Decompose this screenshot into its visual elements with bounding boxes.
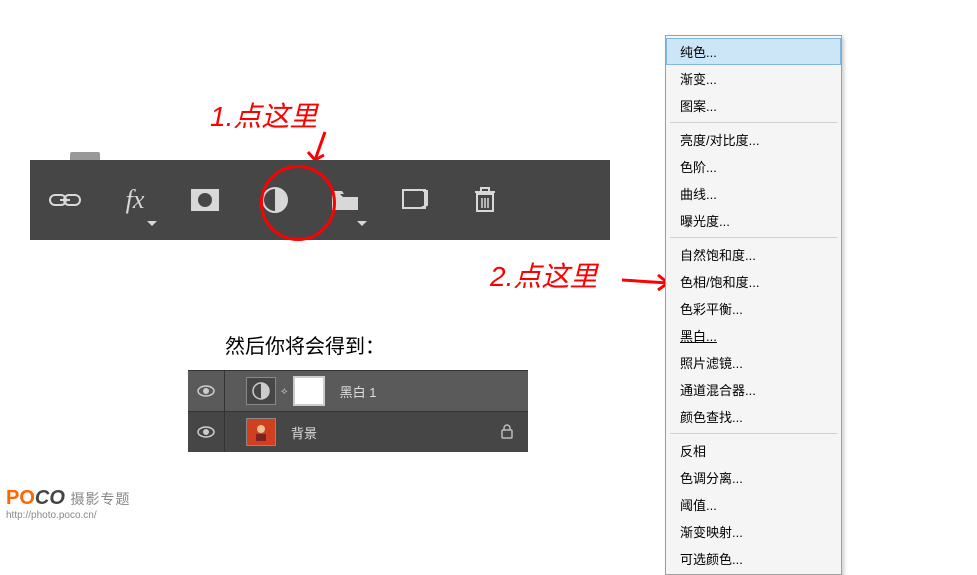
folder-group-icon[interactable] [325, 180, 365, 220]
menu-item-color-balance[interactable]: 色彩平衡... [666, 295, 841, 322]
fx-effects-icon[interactable]: fx [115, 180, 155, 220]
menu-item-threshold[interactable]: 阈值... [666, 491, 841, 518]
layer-label: 背景 [291, 423, 317, 442]
menu-item-levels[interactable]: 色阶... [666, 153, 841, 180]
menu-item-color-lookup[interactable]: 颜色查找... [666, 403, 841, 430]
panel-tab [70, 152, 100, 160]
menu-item-selective-color[interactable]: 可选颜色... [666, 545, 841, 572]
menu-item-brightness[interactable]: 亮度/对比度... [666, 126, 841, 153]
menu-item-gradient[interactable]: 渐变... [666, 65, 841, 92]
brand-part2: CO [35, 487, 65, 509]
instruction-text: 然后你将会得到： [225, 330, 385, 359]
menu-separator [670, 433, 837, 434]
layers-toolbar: fx [30, 160, 610, 240]
watermark: POCO 摄影专题 http://photo.poco.cn/ [6, 487, 130, 521]
menu-item-invert[interactable]: 反相 [666, 437, 841, 464]
layer-row-background[interactable]: 背景 [188, 411, 528, 452]
lock-icon [500, 423, 514, 442]
link-chain-icon: ⟡ [281, 386, 288, 397]
menu-item-pattern[interactable]: 图案... [666, 92, 841, 119]
link-layers-icon[interactable] [45, 180, 85, 220]
menu-item-curves[interactable]: 曲线... [666, 180, 841, 207]
menu-item-gradient-map[interactable]: 渐变映射... [666, 518, 841, 545]
eye-icon [197, 385, 215, 397]
menu-item-exposure[interactable]: 曝光度... [666, 207, 841, 234]
layer-row-bw[interactable]: ⟡ 黑白 1 [188, 370, 528, 411]
adjustment-context-menu: 纯色... 渐变... 图案... 亮度/对比度... 色阶... 曲线... … [665, 35, 842, 575]
menu-item-solid-color[interactable]: 纯色... [666, 38, 841, 65]
layers-panel: ⟡ 黑白 1 背景 [188, 370, 528, 452]
eye-icon [197, 426, 215, 438]
brand-url: http://photo.poco.cn/ [6, 510, 130, 521]
menu-separator [670, 237, 837, 238]
trash-delete-icon[interactable] [465, 180, 505, 220]
layer-mask-icon[interactable] [185, 180, 225, 220]
menu-item-posterize[interactable]: 色调分离... [666, 464, 841, 491]
menu-item-channel-mixer[interactable]: 通道混合器... [666, 376, 841, 403]
menu-item-photo-filter[interactable]: 照片滤镜... [666, 349, 841, 376]
adjustment-layer-icon[interactable] [255, 180, 295, 220]
menu-item-hue-sat[interactable]: 色相/饱和度... [666, 268, 841, 295]
annotation-step1: 1.点这里 [210, 95, 317, 135]
image-thumb [246, 418, 276, 446]
mask-thumb [293, 376, 325, 406]
menu-item-vibrance[interactable]: 自然饱和度... [666, 241, 841, 268]
new-layer-icon[interactable] [395, 180, 435, 220]
visibility-toggle[interactable] [188, 412, 225, 452]
menu-separator [670, 122, 837, 123]
adjustment-thumb [246, 377, 276, 405]
visibility-toggle[interactable] [188, 371, 225, 411]
menu-item-black-white[interactable]: 黑白... [666, 322, 841, 349]
brand-subtitle: 摄影专题 [70, 491, 130, 507]
annotation-step2: 2.点这里 [490, 255, 597, 295]
brand-part1: PO [6, 487, 35, 509]
layer-label: 黑白 1 [340, 382, 377, 401]
